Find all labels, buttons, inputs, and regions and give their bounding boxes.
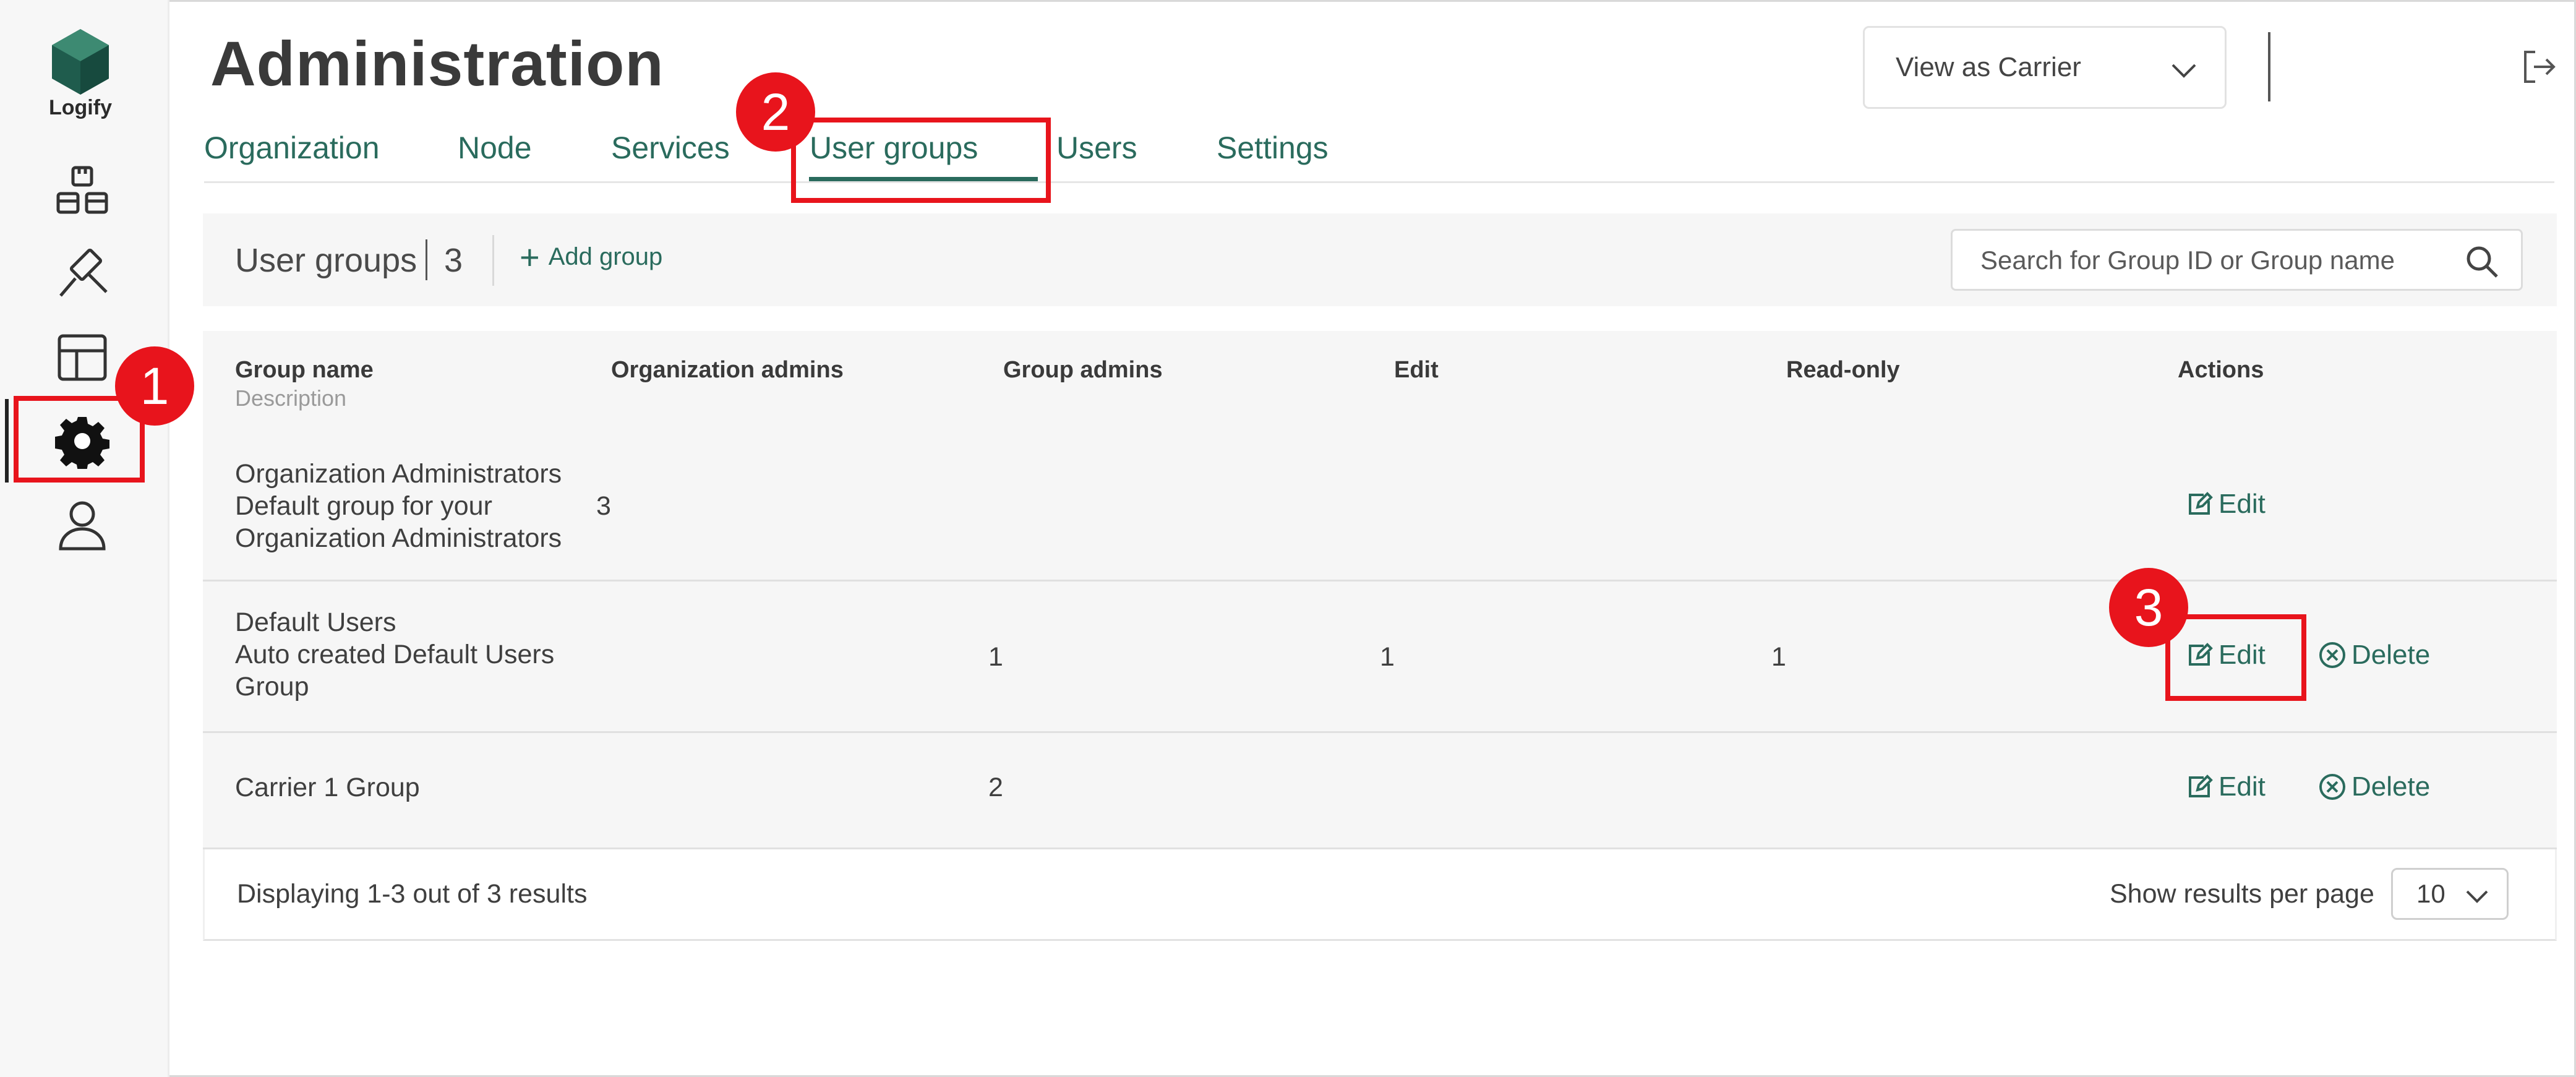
annotation-badge-2: 2 xyxy=(736,72,815,152)
table-row: Carrier 1 Group 2 Edit Delete xyxy=(203,733,2557,849)
logout-icon[interactable] xyxy=(2520,48,2557,85)
search-input[interactable] xyxy=(1980,246,2450,275)
page-title: Administration xyxy=(210,28,664,99)
tab-node[interactable]: Node xyxy=(458,130,532,166)
logo-text: Logify xyxy=(49,96,112,119)
per-page-value: 10 xyxy=(2416,879,2445,908)
close-circle-icon xyxy=(2319,642,2345,668)
column-header-description: Description xyxy=(235,385,347,411)
delete-button[interactable]: Delete xyxy=(2318,771,2430,802)
edit-label: Edit xyxy=(2219,771,2266,802)
table-row: Organization Administrators Default grou… xyxy=(203,433,2557,581)
tabs-divider xyxy=(204,181,2554,183)
view-as-select-value: View as Carrier xyxy=(1896,52,2081,82)
hammer-icon xyxy=(59,248,108,297)
results-summary: Displaying 1-3 out of 3 results xyxy=(237,879,588,909)
add-group-label: Add group xyxy=(548,243,663,270)
sidebar-active-indicator xyxy=(5,399,9,483)
chevron-down-icon xyxy=(2172,64,2196,78)
toolbar-title: User groups xyxy=(235,242,417,279)
sidebar-item-packages[interactable] xyxy=(49,158,114,223)
sidebar-item-profile[interactable] xyxy=(49,492,114,557)
annotation-badge-1: 1 xyxy=(115,346,194,426)
row-group-name: Carrier 1 Group xyxy=(235,773,420,802)
table-header: Group name Description Organization admi… xyxy=(203,331,2557,433)
column-header-group-admins: Group admins xyxy=(1003,357,1163,383)
plus-icon: + xyxy=(520,237,540,277)
chevron-down-icon xyxy=(2466,890,2488,903)
row-description: Auto created Default Users xyxy=(235,640,555,669)
view-as-select[interactable]: View as Carrier xyxy=(1863,26,2227,109)
row-org-admins: 3 xyxy=(596,491,611,521)
row-edit-count: 1 xyxy=(1380,642,1395,672)
edit-button[interactable]: Edit xyxy=(2185,489,2266,520)
row-description: Default group for your xyxy=(235,491,492,521)
tab-services[interactable]: Services xyxy=(611,130,730,166)
row-read-only-count: 1 xyxy=(1771,642,1786,672)
user-icon xyxy=(58,501,106,550)
row-description: Group xyxy=(235,672,309,702)
sidebar-item-tools[interactable] xyxy=(49,241,114,306)
group-count: 3 xyxy=(444,242,463,279)
tab-organization[interactable]: Organization xyxy=(204,130,380,166)
header-divider xyxy=(2268,32,2270,101)
toolbar-separator xyxy=(492,235,494,286)
row-group-admins: 2 xyxy=(988,773,1003,802)
row-description: Organization Administrators xyxy=(235,523,562,553)
edit-icon xyxy=(2189,492,2213,515)
table-footer: Displaying 1-3 out of 3 results Show res… xyxy=(203,849,2557,941)
search-icon[interactable] xyxy=(2465,244,2499,279)
column-header-actions: Actions xyxy=(2178,357,2264,383)
annotation-box-2 xyxy=(791,118,1051,203)
delete-button[interactable]: Delete xyxy=(2318,640,2430,671)
delete-label: Delete xyxy=(2351,640,2431,670)
logo-cube-icon xyxy=(52,29,109,95)
tab-users[interactable]: Users xyxy=(1056,130,1137,166)
per-page-select[interactable]: 10 xyxy=(2391,868,2509,920)
annotation-badge-3: 3 xyxy=(2109,568,2188,647)
edit-button[interactable]: Edit xyxy=(2185,771,2266,802)
per-page-label: Show results per page xyxy=(2110,879,2374,909)
column-header-group-name: Group name xyxy=(235,357,374,383)
search-box xyxy=(1951,229,2523,291)
edit-icon xyxy=(2189,774,2213,797)
close-circle-icon xyxy=(2319,774,2345,800)
toolbar-separator xyxy=(426,239,427,280)
layout-icon xyxy=(58,334,106,380)
column-header-read-only: Read-only xyxy=(1786,357,1900,383)
column-header-edit: Edit xyxy=(1394,357,1439,383)
row-group-name: Organization Administrators xyxy=(235,459,562,489)
table-toolbar: User groups 3 + Add group xyxy=(203,213,2557,306)
tab-settings[interactable]: Settings xyxy=(1217,130,1329,166)
delete-label: Delete xyxy=(2351,771,2431,802)
sidebar-item-layout[interactable] xyxy=(49,325,114,390)
packages-icon xyxy=(56,166,108,213)
annotation-box-3 xyxy=(2165,614,2306,701)
edit-label: Edit xyxy=(2219,489,2266,519)
add-group-button[interactable]: + Add group xyxy=(520,237,663,277)
logo[interactable]: Logify xyxy=(49,28,112,119)
row-group-admins: 1 xyxy=(988,642,1003,672)
column-header-org-admins: Organization admins xyxy=(611,357,844,383)
sidebar: Logify xyxy=(0,0,169,1077)
row-group-name: Default Users xyxy=(235,607,396,637)
